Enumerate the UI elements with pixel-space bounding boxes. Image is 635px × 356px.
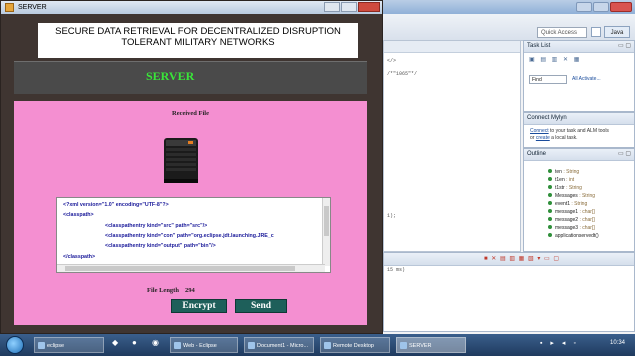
vertical-scrollbar[interactable] bbox=[322, 198, 330, 266]
mylyn-line1-text: to your task and ALM tools bbox=[548, 128, 609, 134]
horizontal-scrollbar[interactable] bbox=[57, 264, 325, 272]
outline-item[interactable]: t1en : int bbox=[548, 177, 574, 183]
file-length-value: 294 bbox=[184, 287, 195, 294]
outline-item[interactable]: message1 : char[] bbox=[548, 209, 595, 215]
editor-line: 1); bbox=[387, 213, 397, 219]
editor-line: /*"1065"*/ bbox=[387, 71, 418, 77]
open-perspective-button[interactable] bbox=[591, 27, 601, 37]
taskbar-item-web-eclipse[interactable]: Web - Eclipse bbox=[170, 337, 238, 353]
console-view: ■ ✕ ▤ ▥ ▦ ▧ ▾ ▭ ▢ 15 ms) bbox=[383, 252, 635, 332]
maximize-button[interactable] bbox=[341, 2, 357, 12]
quick-launch-icon[interactable]: ◉ bbox=[152, 338, 159, 347]
banner-line-1: SECURE DATA RETRIEVAL FOR DECENTRALIZED … bbox=[55, 26, 341, 37]
minimize-button[interactable] bbox=[324, 2, 340, 12]
taskbar-clock[interactable]: 10:34 bbox=[610, 340, 625, 346]
taskbar-item-server[interactable]: SERVER bbox=[396, 337, 466, 353]
outline-item[interactable]: event1 : String bbox=[548, 201, 587, 207]
java-perspective-button[interactable]: Java bbox=[604, 26, 630, 38]
java-app-icon bbox=[5, 3, 14, 12]
received-file-title: Received File bbox=[172, 110, 209, 117]
mylyn-view: Connect Mylyn Connect to your task and A… bbox=[523, 112, 635, 148]
outline-item[interactable]: ten : String bbox=[548, 169, 579, 175]
outline-item[interactable]: t1str : String bbox=[548, 185, 582, 191]
close-button[interactable] bbox=[610, 2, 632, 12]
task-list-toolbar-icons[interactable]: ▣ ▤ ▥ ✕ ▦ bbox=[529, 56, 581, 63]
connect-link[interactable]: Connect bbox=[530, 128, 549, 134]
code-editor[interactable]: </> /*"1065"*/ 1); bbox=[383, 40, 521, 252]
project-title-banner: SECURE DATA RETRIEVAL FOR DECENTRALIZED … bbox=[38, 23, 358, 58]
view-minmax-icon[interactable]: ▭ ▢ bbox=[618, 149, 631, 160]
task-list-links[interactable]: All Activate... bbox=[572, 76, 601, 82]
maximize-button[interactable] bbox=[593, 2, 609, 12]
xml-line: </classpath> bbox=[63, 254, 96, 260]
xml-line: <classpathentry kind="output" path="bin"… bbox=[105, 243, 216, 249]
outline-item[interactable]: message2 : char[] bbox=[548, 217, 595, 223]
outline-item[interactable]: Messages : String bbox=[548, 193, 595, 199]
console-header: ■ ✕ ▤ ▥ ▦ ▧ ▾ ▭ ▢ bbox=[384, 253, 634, 266]
console-output: 15 ms) bbox=[387, 267, 406, 273]
outline-view: Outline ▭ ▢ ten : String t1en : int t1st… bbox=[523, 148, 635, 252]
mylyn-header: Connect Mylyn bbox=[524, 113, 634, 125]
system-tray-icons[interactable]: ▪ ▸ ◂ ◦ bbox=[540, 339, 579, 347]
windows-taskbar: eclipse ◆ ● ◉ Web - Eclipse Document1 - … bbox=[0, 334, 635, 356]
outline-item[interactable]: applicationservedt() bbox=[548, 233, 599, 239]
mylyn-title: Connect Mylyn bbox=[527, 115, 567, 121]
editor-line: </> bbox=[387, 58, 397, 64]
editor-tabbar bbox=[384, 41, 520, 53]
taskbar-item-document[interactable]: Document1 - Micro... bbox=[244, 337, 314, 353]
task-list-view: Task List ▭ ▢ ▣ ▤ ▥ ✕ ▦ Find All Activat… bbox=[523, 40, 635, 112]
server-titlebar[interactable]: SERVER bbox=[1, 1, 382, 14]
eclipse-window-buttons bbox=[575, 2, 632, 14]
encrypt-button[interactable]: Encrypt bbox=[171, 299, 227, 313]
server-window-buttons bbox=[323, 2, 380, 14]
file-length: File Length 294 bbox=[147, 287, 195, 294]
xml-line: <classpathentry kind="src" path="src"/> bbox=[105, 223, 208, 229]
outline-item[interactable]: message3 : char[] bbox=[548, 225, 595, 231]
taskbar-item-remote-desktop[interactable]: Remote Desktop bbox=[320, 337, 390, 353]
task-list-header[interactable]: Task List ▭ ▢ bbox=[524, 41, 634, 53]
console-toolbar-icons[interactable]: ■ ✕ ▤ ▥ ▦ ▧ ▾ ▭ ▢ bbox=[484, 255, 560, 262]
send-button[interactable]: Send bbox=[235, 299, 287, 313]
server-window: SERVER SECURE DATA RETRIEVAL FOR DECENTR… bbox=[0, 0, 383, 334]
xml-line: <classpath> bbox=[63, 212, 94, 218]
file-content-textarea[interactable]: <?xml version="1.0" encoding="UTF-8"?> <… bbox=[56, 197, 331, 273]
xml-line: <classpathentry kind="con" path="org.ecl… bbox=[105, 233, 274, 239]
quick-access-field[interactable]: Quick Access bbox=[537, 27, 587, 38]
received-file-panel: Received File <?xml version="1.0" encodi… bbox=[14, 101, 367, 325]
mylyn-line2-text: a local task. bbox=[549, 135, 578, 141]
task-find-input[interactable]: Find bbox=[529, 75, 567, 84]
view-minmax-icon[interactable]: ▭ ▢ bbox=[618, 41, 631, 52]
server-tower-icon bbox=[164, 138, 198, 183]
quick-launch-icon[interactable]: ◆ bbox=[112, 338, 118, 347]
outline-header: Outline ▭ ▢ bbox=[524, 149, 634, 161]
outline-title: Outline bbox=[527, 151, 547, 157]
xml-line: <?xml version="1.0" encoding="UTF-8"?> bbox=[63, 202, 169, 208]
task-list-title: Task List bbox=[527, 43, 551, 49]
start-button[interactable] bbox=[6, 336, 24, 354]
minimize-button[interactable] bbox=[576, 2, 592, 12]
taskbar-item-eclipse[interactable]: eclipse bbox=[34, 337, 104, 353]
close-button[interactable] bbox=[358, 2, 380, 12]
server-label: SERVER bbox=[146, 69, 195, 83]
create-link[interactable]: create bbox=[536, 135, 550, 141]
server-header-bar: SERVER bbox=[14, 61, 367, 94]
quick-launch-icon[interactable]: ● bbox=[132, 338, 137, 347]
mylyn-text: Connect to your task and ALM tools or cr… bbox=[524, 125, 634, 145]
file-length-label: File Length bbox=[147, 287, 179, 294]
banner-line-2: TOLERANT MILITARY NETWORKS bbox=[121, 37, 275, 48]
server-window-title: SERVER bbox=[18, 4, 47, 11]
